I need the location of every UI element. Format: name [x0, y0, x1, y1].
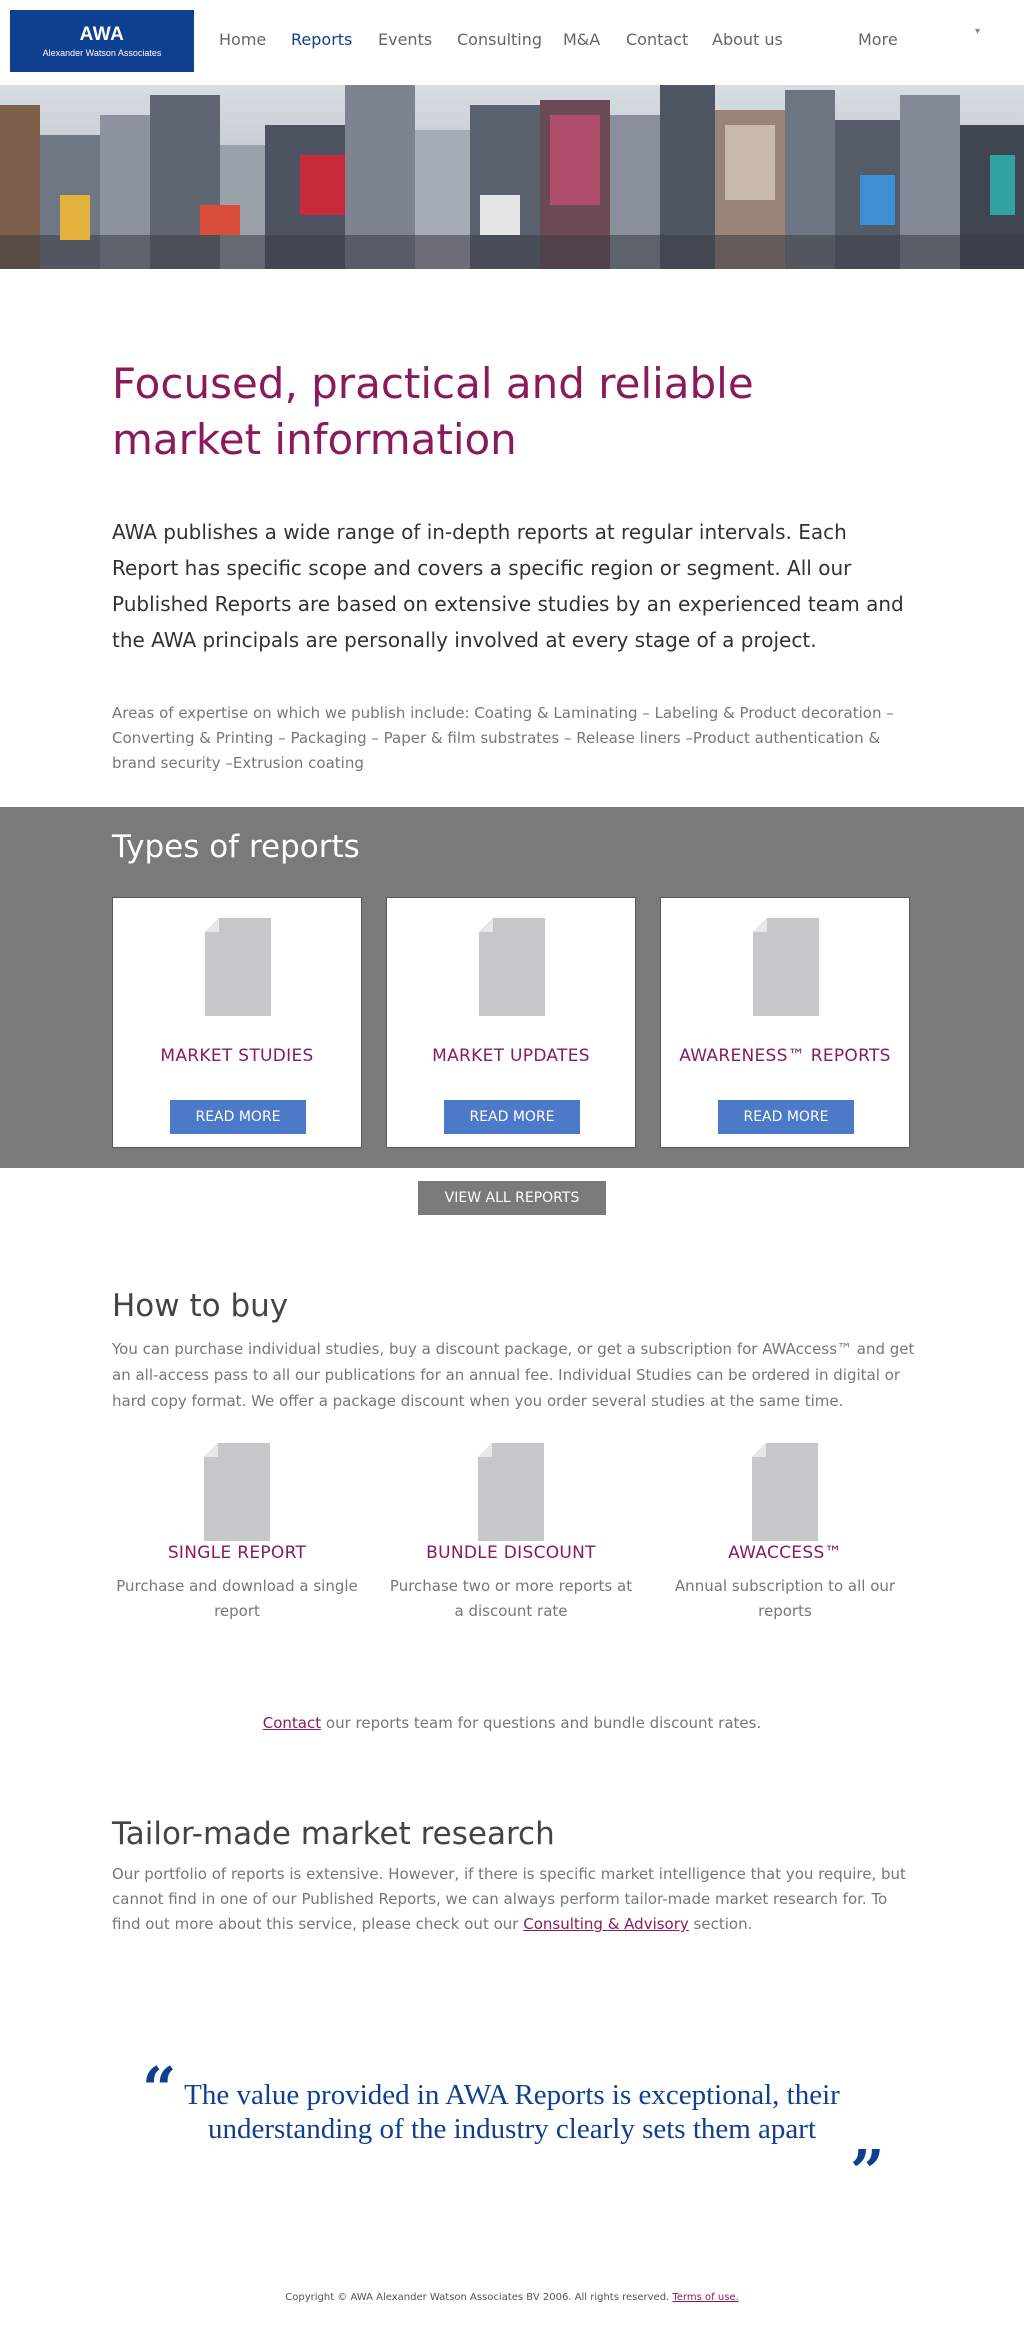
- purchase-option-description: Purchase two or more reports at a discou…: [389, 1577, 633, 1620]
- tailor-made-title: Tailor-made market research: [112, 1816, 555, 1852]
- purchase-option-description: Purchase and download a single report: [116, 1577, 358, 1620]
- document-icon: [204, 1443, 270, 1541]
- tailor-made-paragraph: Our portfolio of reports is extensive. H…: [112, 1862, 912, 1937]
- purchase-option: SINGLE REPORT Purchase and download a si…: [112, 1443, 362, 1633]
- document-icon: [752, 1443, 818, 1541]
- purchase-option-name: AWACCESS™: [728, 1543, 842, 1563]
- report-type-name: AWARENESS™ REPORTS: [679, 1046, 891, 1066]
- close-quote-icon: ”: [850, 2138, 885, 2208]
- site-footer: Copyright © AWA Alexander Watson Associa…: [0, 2292, 1024, 2303]
- types-of-reports-section: Types of reports MARKET STUDIES READ MOR…: [0, 807, 1024, 1168]
- purchase-option-name: BUNDLE DISCOUNT: [426, 1543, 596, 1563]
- copyright-text: Copyright © AWA Alexander Watson Associa…: [285, 2292, 673, 2303]
- nav-item-reports[interactable]: Reports: [291, 30, 352, 49]
- contact-note: Contact our reports team for questions a…: [0, 1714, 1024, 1732]
- document-icon: [753, 918, 819, 1016]
- nav-item-home[interactable]: Home: [219, 30, 266, 49]
- intro-lead-paragraph: AWA publishes a wide range of in-depth r…: [112, 520, 904, 652]
- hero-banner-image: [0, 85, 1024, 269]
- more-label: More: [858, 30, 898, 49]
- purchase-option-name: SINGLE REPORT: [167, 1543, 307, 1563]
- nav-item-contact[interactable]: Contact: [626, 30, 688, 49]
- report-type-card: AWARENESS™ REPORTS READ MORE: [660, 897, 910, 1148]
- view-all-reports-button[interactable]: VIEW ALL REPORTS: [418, 1181, 606, 1215]
- open-quote-icon: “: [142, 2055, 177, 2125]
- consulting-advisory-link[interactable]: Consulting & Advisory: [523, 1915, 689, 1933]
- site-header: AWA Alexander Watson Associates Home Rep…: [0, 0, 1024, 85]
- report-type-name: MARKET STUDIES: [160, 1046, 314, 1066]
- report-type-name: MARKET UPDATES: [432, 1046, 590, 1066]
- nav-item-about-us[interactable]: About us: [712, 30, 783, 49]
- how-to-buy-paragraph: You can purchase individual studies, buy…: [112, 1340, 915, 1410]
- how-to-buy-title: How to buy: [112, 1288, 289, 1324]
- document-icon: [479, 918, 545, 1016]
- logo-title: AWA: [79, 24, 125, 45]
- purchase-option-description: Annual subscription to all our reports: [674, 1577, 896, 1620]
- logo-subtitle: Alexander Watson Associates: [42, 48, 162, 58]
- types-section-title: Types of reports: [112, 829, 360, 865]
- read-more-button[interactable]: READ MORE: [170, 1100, 306, 1134]
- report-type-card: MARKET STUDIES READ MORE: [112, 897, 362, 1148]
- purchase-option: AWACCESS™ Annual subscription to all our…: [660, 1443, 910, 1633]
- dropdown-caret-icon: ▾: [974, 26, 980, 37]
- terms-of-use-link[interactable]: Terms of use.: [672, 2292, 738, 2303]
- read-more-button[interactable]: READ MORE: [444, 1100, 580, 1134]
- more-dropdown[interactable]: More ▾: [858, 26, 980, 54]
- contact-note-text: our reports team for questions and bundl…: [321, 1714, 762, 1732]
- read-more-button[interactable]: READ MORE: [718, 1100, 854, 1134]
- contact-link[interactable]: Contact: [263, 1714, 321, 1732]
- purchase-option: BUNDLE DISCOUNT Purchase two or more rep…: [386, 1443, 636, 1633]
- document-icon: [205, 918, 271, 1016]
- nav-item-ma[interactable]: M&A: [563, 30, 600, 49]
- nav-item-events[interactable]: Events: [378, 30, 432, 49]
- awa-logo[interactable]: AWA Alexander Watson Associates: [10, 10, 194, 72]
- testimonial-quote: The value provided in AWA Reports is exc…: [184, 2079, 840, 2145]
- nav-item-consulting[interactable]: Consulting: [457, 30, 542, 49]
- page-title: Focused, practical and reliable market i…: [112, 359, 754, 464]
- report-type-card: MARKET UPDATES READ MORE: [386, 897, 636, 1148]
- tailor-text-after: section.: [688, 1915, 753, 1933]
- hero-city-illustration: [0, 85, 1024, 269]
- document-icon: [478, 1443, 544, 1541]
- tailor-text-before: Our portfolio of reports is extensive. H…: [112, 1865, 906, 1933]
- expertise-paragraph: Areas of expertise on which we publish i…: [112, 704, 894, 772]
